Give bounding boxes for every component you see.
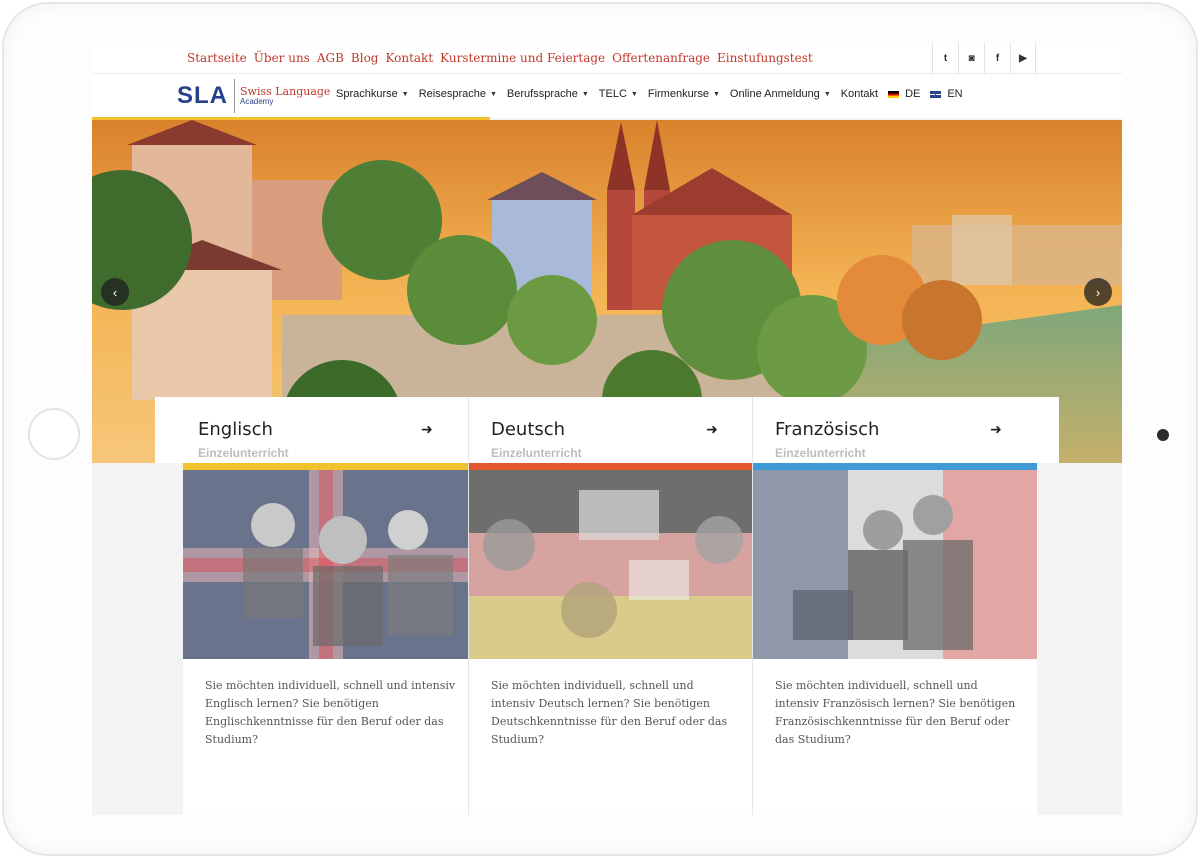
course-cards-body: Sie möchten individuell, schnell und int… bbox=[183, 463, 1037, 815]
top-links: Startseite Über uns AGB Blog Kontakt Kur… bbox=[187, 51, 813, 65]
menu-label: Reisesprache bbox=[418, 88, 486, 100]
main-navbar: SLA Swiss Language Academy Sprachkurse ▼ … bbox=[92, 74, 1122, 118]
arrow-right-icon[interactable]: ➜ bbox=[706, 421, 718, 438]
menu-item-telc[interactable]: TELC ▼ bbox=[599, 88, 638, 100]
language-en-label: EN bbox=[947, 88, 963, 100]
course-card-englisch[interactable]: Sie möchten individuell, schnell und int… bbox=[183, 463, 468, 815]
instagram-icon[interactable]: ◙ bbox=[958, 43, 984, 74]
chevron-down-icon: ▼ bbox=[581, 90, 589, 98]
logo-name: Swiss Language bbox=[240, 85, 331, 98]
menu-item-kontakt[interactable]: Kontakt bbox=[841, 88, 878, 100]
menu-item-firmenkurse[interactable]: Firmenkurse ▼ bbox=[648, 88, 720, 100]
top-link-agb[interactable]: AGB bbox=[317, 51, 344, 65]
card-photo bbox=[183, 470, 468, 659]
course-card-deutsch[interactable]: Sie möchten individuell, schnell und int… bbox=[468, 463, 752, 815]
top-bar: Startseite Über uns AGB Blog Kontakt Kur… bbox=[92, 43, 1122, 74]
menu-item-reisesprache[interactable]: Reisesprache ▼ bbox=[419, 88, 497, 100]
menu-item-online-anmeldung[interactable]: Online Anmeldung ▼ bbox=[730, 88, 831, 100]
hero-next-button[interactable]: › bbox=[1084, 278, 1112, 306]
card-subtitle: Einzelunterricht bbox=[775, 446, 866, 460]
card-image-students-uk bbox=[183, 470, 468, 659]
logo-divider bbox=[234, 79, 235, 113]
site-logo[interactable]: SLA Swiss Language Academy bbox=[177, 79, 330, 113]
menu-label: Kontakt bbox=[840, 88, 879, 100]
top-link-offertenanfrage[interactable]: Offertenanfrage bbox=[612, 51, 710, 65]
card-description: Sie möchten individuell, schnell und int… bbox=[491, 679, 728, 746]
arrow-right-icon[interactable]: ➜ bbox=[990, 421, 1002, 438]
camera-dot bbox=[1157, 429, 1169, 441]
menu-item-sprachkurse[interactable]: Sprachkurse ▼ bbox=[336, 88, 409, 100]
browser-screen: Startseite Über uns AGB Blog Kontakt Kur… bbox=[92, 43, 1122, 815]
flag-de-icon bbox=[888, 90, 900, 98]
top-link-ueber-uns[interactable]: Über uns bbox=[254, 51, 310, 65]
menu-label: Sprachkurse bbox=[336, 88, 398, 100]
language-de-label: DE bbox=[905, 88, 921, 100]
top-link-kurstermine[interactable]: Kurstermine und Feiertage bbox=[440, 51, 605, 65]
card-subtitle: Einzelunterricht bbox=[491, 446, 582, 460]
menu-label: Firmenkurse bbox=[647, 88, 709, 100]
card-description: Sie möchten individuell, schnell und int… bbox=[775, 679, 1016, 746]
flag-uk-icon bbox=[930, 90, 942, 98]
top-link-einstufungstest[interactable]: Einstufungstest bbox=[717, 51, 813, 65]
course-card-englisch-header[interactable]: Englisch Einzelunterricht ➜ bbox=[155, 397, 468, 463]
course-cards-header: Englisch Einzelunterricht ➜ Deutsch Einz… bbox=[155, 397, 1059, 463]
card-subtitle: Einzelunterricht bbox=[198, 446, 289, 460]
logo-sub: Academy bbox=[240, 97, 274, 106]
youtube-icon[interactable]: ▶ bbox=[1010, 43, 1036, 74]
card-description: Sie möchten individuell, schnell und int… bbox=[205, 679, 456, 746]
card-photo bbox=[469, 470, 752, 659]
course-card-franzoesisch[interactable]: Sie möchten individuell, schnell und int… bbox=[752, 463, 1037, 815]
main-menu: Sprachkurse ▼ Reisesprache ▼ Berufssprache… bbox=[336, 88, 963, 100]
facebook-icon[interactable]: f bbox=[984, 43, 1010, 74]
menu-label: Online Anmeldung bbox=[729, 88, 820, 100]
logo-abbr: SLA bbox=[177, 82, 228, 109]
twitter-icon[interactable]: t bbox=[932, 43, 958, 74]
chevron-down-icon: ▼ bbox=[823, 90, 831, 98]
card-color-stripe bbox=[183, 463, 468, 470]
card-photo bbox=[753, 470, 1037, 659]
logo-text: Swiss Language Academy bbox=[240, 86, 330, 106]
language-en[interactable]: EN bbox=[930, 88, 963, 100]
menu-item-berufssprache[interactable]: Berufssprache ▼ bbox=[507, 88, 589, 100]
chevron-down-icon: ▼ bbox=[401, 90, 409, 98]
chevron-down-icon: ▼ bbox=[489, 90, 497, 98]
card-image-students-de bbox=[469, 470, 752, 659]
arrow-right-icon[interactable]: ➜ bbox=[421, 421, 433, 438]
chevron-down-icon: ▼ bbox=[712, 90, 720, 98]
menu-label: Berufssprache bbox=[506, 88, 578, 100]
top-link-blog[interactable]: Blog bbox=[351, 51, 379, 65]
card-color-stripe bbox=[469, 463, 752, 470]
top-link-kontakt[interactable]: Kontakt bbox=[385, 51, 433, 65]
language-de[interactable]: DE bbox=[888, 88, 920, 100]
social-links: t ◙ f ▶ bbox=[932, 43, 1036, 74]
top-link-startseite[interactable]: Startseite bbox=[187, 51, 247, 65]
menu-label: TELC bbox=[598, 88, 627, 100]
home-button[interactable] bbox=[28, 408, 80, 460]
course-card-franzoesisch-header[interactable]: Französisch Einzelunterricht ➜ bbox=[752, 397, 1059, 463]
card-title: Französisch bbox=[775, 419, 880, 440]
chevron-down-icon: ▼ bbox=[630, 90, 638, 98]
hero-prev-button[interactable]: ‹ bbox=[101, 278, 129, 306]
card-color-stripe bbox=[753, 463, 1037, 470]
course-card-deutsch-header[interactable]: Deutsch Einzelunterricht ➜ bbox=[468, 397, 752, 463]
card-image-students-fr bbox=[753, 470, 1037, 659]
